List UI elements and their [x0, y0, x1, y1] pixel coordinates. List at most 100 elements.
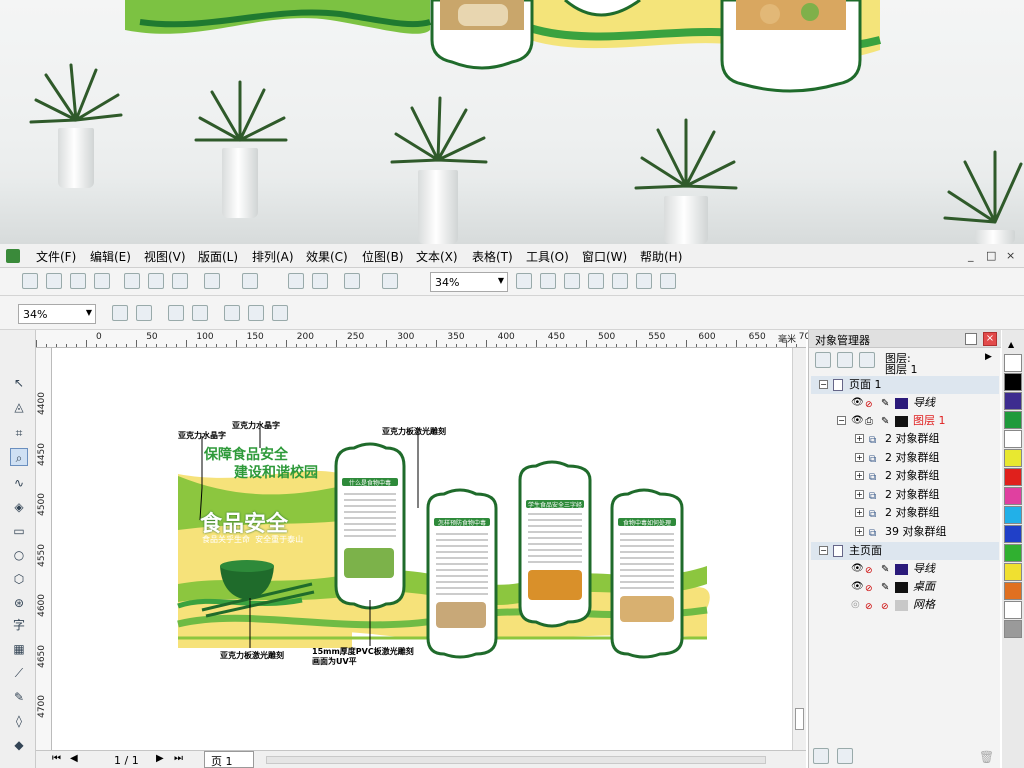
tree-row-layer-1[interactable]: − 👁 ⎙ ✎ 图层 1: [811, 412, 999, 430]
tree-row-object-group[interactable]: + ⧉ 2 对象群组: [811, 430, 999, 448]
shape-tool-icon[interactable]: ◬: [10, 398, 28, 416]
pencil-icon[interactable]: ✎: [881, 579, 889, 597]
print-disabled-icon[interactable]: ⊘: [865, 598, 873, 616]
new-document-icon[interactable]: [22, 273, 38, 289]
palette-swatch[interactable]: [1004, 544, 1022, 562]
zoom-page-icon[interactable]: [224, 305, 240, 321]
tree-row-object-group[interactable]: + ⧉ 2 对象群组: [811, 449, 999, 467]
tree-row-guides[interactable]: 👁 ⊘ ✎ 导线: [811, 394, 999, 412]
menu-item-2[interactable]: 视图(V): [144, 248, 186, 265]
minimize-button[interactable]: _: [968, 249, 974, 262]
tree-row-grid[interactable]: ◎ ⊘ ⊘ 网格: [811, 596, 999, 614]
eye-icon[interactable]: 👁: [851, 578, 864, 596]
pencil-icon[interactable]: ✎: [881, 561, 889, 579]
pick-tool-icon[interactable]: ↖: [10, 374, 28, 392]
tree-row-master-page[interactable]: − 主页面: [811, 542, 999, 560]
expand-icon[interactable]: +: [855, 434, 864, 443]
horizontal-scrollbar[interactable]: [266, 756, 766, 764]
prev-page-icon[interactable]: ◀: [70, 753, 78, 764]
import-icon[interactable]: [288, 273, 304, 289]
close-button[interactable]: ×: [1006, 249, 1015, 262]
expand-icon[interactable]: +: [855, 526, 864, 536]
tree-row-desktop[interactable]: 👁 ⊘ ✎ 桌面: [811, 578, 999, 596]
zoom-level-select[interactable]: 34% ▼: [18, 304, 96, 324]
palette-swatch[interactable]: [1004, 430, 1022, 448]
menu-item-7[interactable]: 文本(X): [416, 248, 458, 265]
palette-swatch[interactable]: [1004, 601, 1022, 619]
tree-row-master-guides[interactable]: 👁 ⊘ ✎ 导线: [811, 560, 999, 578]
menu-item-4[interactable]: 排列(A): [252, 248, 294, 265]
table-tool-icon[interactable]: ▦: [10, 640, 28, 658]
menu-item-10[interactable]: 窗口(W): [582, 248, 627, 265]
eye-icon[interactable]: 👁: [851, 394, 864, 412]
palette-swatch[interactable]: [1004, 582, 1022, 600]
fill-tool-icon[interactable]: ◆: [10, 736, 28, 754]
collapse-icon[interactable]: −: [837, 416, 846, 425]
zoom-height-icon[interactable]: [660, 273, 676, 289]
new-layer-icon[interactable]: [813, 748, 829, 764]
outline-pen-icon[interactable]: ◊: [10, 712, 28, 730]
options-icon[interactable]: [382, 273, 398, 289]
panel-minimize-button[interactable]: [965, 333, 977, 345]
palette-swatch[interactable]: [1004, 620, 1022, 638]
tree-row-object-group[interactable]: + ⧉ 2 对象群组: [811, 486, 999, 504]
collapse-icon[interactable]: −: [819, 546, 828, 555]
drawing-canvas[interactable]: 亚克力水晶字 亚克力水晶字 亚克力板激光雕刻 保障食品安全 建设和谐校园 食品安…: [52, 348, 792, 750]
tree-row-object-group[interactable]: + ⧉ 2 对象群组: [811, 467, 999, 485]
pencil-icon[interactable]: ✎: [881, 413, 889, 431]
smart-fill-icon[interactable]: ◈: [10, 498, 28, 516]
ellipse-tool-icon[interactable]: ○: [10, 546, 28, 564]
zoom-width-icon[interactable]: [636, 273, 652, 289]
zoom-in-icon[interactable]: [516, 273, 532, 289]
panel-menu-arrow-icon[interactable]: ▶: [985, 352, 992, 362]
last-page-icon[interactable]: ⏭: [174, 753, 183, 764]
undo-icon[interactable]: [204, 273, 220, 289]
zoom-all-icon[interactable]: [588, 273, 604, 289]
palette-swatch[interactable]: [1004, 468, 1022, 486]
eye-icon[interactable]: 👁: [851, 560, 864, 578]
eyedropper-icon[interactable]: ✎: [10, 688, 28, 706]
vertical-scrollbar[interactable]: [792, 348, 806, 750]
restore-button[interactable]: □: [986, 249, 996, 262]
tree-row-object-group[interactable]: + ⧉ 2 对象群组: [811, 504, 999, 522]
zoom-out-icon[interactable]: [540, 273, 556, 289]
expand-icon[interactable]: +: [855, 471, 864, 480]
palette-swatch[interactable]: [1004, 563, 1022, 581]
zoom-selected-icon[interactable]: [564, 273, 580, 289]
palette-swatch[interactable]: [1004, 506, 1022, 524]
pencil-icon[interactable]: ✎: [881, 395, 889, 413]
next-page-icon[interactable]: ▶: [156, 753, 164, 764]
menu-item-5[interactable]: 效果(C): [306, 248, 348, 265]
page-tab[interactable]: 页 1: [204, 751, 254, 768]
cut-icon[interactable]: [124, 273, 140, 289]
palette-swatch[interactable]: [1004, 449, 1022, 467]
save-icon[interactable]: [70, 273, 86, 289]
freehand-tool-icon[interactable]: ∿: [10, 474, 28, 492]
open-icon[interactable]: [46, 273, 62, 289]
palette-swatch[interactable]: [1004, 411, 1022, 429]
text-tool-icon[interactable]: 字: [10, 616, 28, 634]
zoom-tool-icon[interactable]: ⌕: [10, 448, 28, 466]
export-icon[interactable]: [312, 273, 328, 289]
expand-icon[interactable]: +: [855, 452, 864, 462]
menu-item-6[interactable]: 位图(B): [362, 248, 404, 265]
rectangle-tool-icon[interactable]: ▭: [10, 522, 28, 540]
palette-swatch[interactable]: [1004, 525, 1022, 543]
panel-close-button[interactable]: ×: [983, 332, 997, 346]
edit-disabled-icon[interactable]: ⊘: [881, 598, 889, 616]
new-master-layer-icon[interactable]: [837, 748, 853, 764]
eye-hidden-icon[interactable]: ◎: [851, 596, 860, 614]
menu-item-3[interactable]: 版面(L): [198, 248, 238, 265]
printer-icon[interactable]: ⎙: [865, 413, 873, 431]
menu-item-9[interactable]: 工具(O): [526, 248, 569, 265]
expand-icon[interactable]: +: [855, 508, 864, 517]
zoom-all-icon[interactable]: [192, 305, 208, 321]
zoom-page-icon[interactable]: [612, 273, 628, 289]
copy-icon[interactable]: [148, 273, 164, 289]
palette-swatch[interactable]: [1004, 487, 1022, 505]
collapse-icon[interactable]: −: [819, 380, 828, 389]
redo-icon[interactable]: [242, 273, 258, 289]
palette-swatch[interactable]: [1004, 373, 1022, 391]
show-properties-icon[interactable]: [815, 352, 831, 368]
zoom-height-icon[interactable]: [272, 305, 288, 321]
